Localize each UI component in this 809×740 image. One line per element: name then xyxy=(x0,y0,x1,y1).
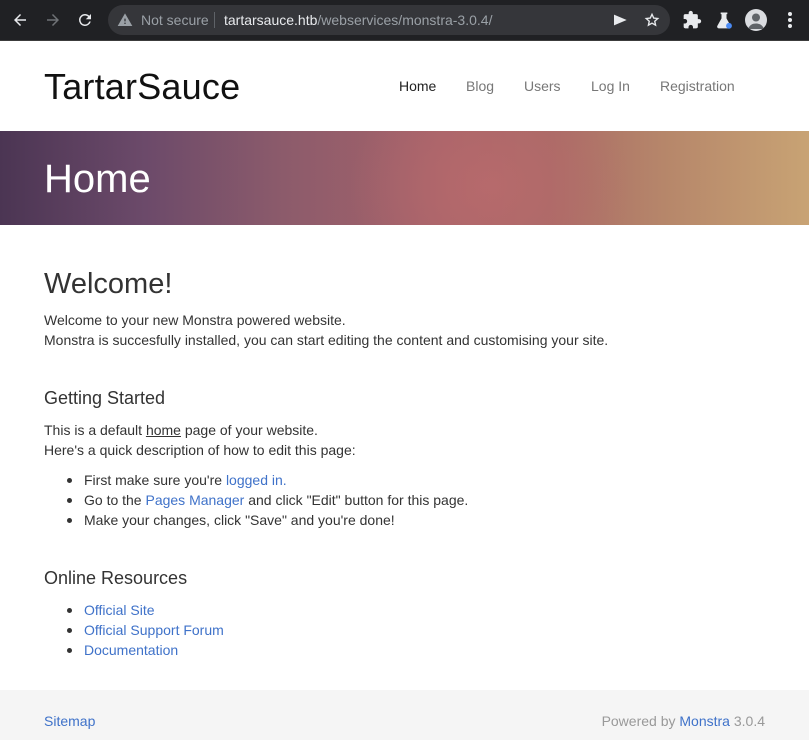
pages-manager-link[interactable]: Pages Manager xyxy=(145,492,244,508)
star-icon[interactable] xyxy=(644,12,660,28)
text-segment: Go to the xyxy=(84,492,146,508)
main-content: Welcome! Welcome to your new Monstra pow… xyxy=(0,225,809,690)
url-path: /webservices/monstra-3.0.4/ xyxy=(317,12,493,28)
nav-users[interactable]: Users xyxy=(524,77,561,95)
text-segment: First make sure you're xyxy=(84,472,226,488)
welcome-heading: Welcome! xyxy=(44,268,173,300)
getting-started-text-1: This is a default home page of your webs… xyxy=(44,420,318,440)
getting-started-heading: Getting Started xyxy=(44,388,166,408)
site-brand[interactable]: TartarSauce xyxy=(44,67,240,107)
text-segment: and click "Edit" button for this page. xyxy=(244,492,469,508)
extensions-icon[interactable] xyxy=(682,10,702,30)
list-item: Documentation xyxy=(67,640,224,660)
profile-icon[interactable] xyxy=(745,9,767,31)
home-link[interactable]: home xyxy=(146,422,181,438)
labs-icon[interactable] xyxy=(714,10,734,30)
url-text[interactable]: tartarsauce.htb/webservices/monstra-3.0.… xyxy=(224,12,492,28)
nav-log-in[interactable]: Log In xyxy=(591,77,630,95)
nav-registration[interactable]: Registration xyxy=(660,77,735,95)
browser-toolbar: Not secure tartarsauce.htb/webservices/m… xyxy=(0,0,809,41)
text-segment: page of your website. xyxy=(180,422,318,438)
list-item: First make sure you're logged in. xyxy=(66,470,468,490)
welcome-text-1: Welcome to your new Monstra powered webs… xyxy=(44,312,346,328)
text-segment: Make your changes, click "Save" and you'… xyxy=(84,512,395,528)
welcome-text-2: Monstra is succesfully installed, you ca… xyxy=(44,332,609,348)
logged-in-link[interactable]: logged in. xyxy=(226,472,287,488)
hero-banner: Home xyxy=(0,131,809,225)
official-site-link[interactable]: Official Site xyxy=(84,602,155,618)
site-footer: Sitemap Powered by Monstra 3.0.4 xyxy=(0,690,809,740)
forward-icon[interactable] xyxy=(41,8,65,32)
nav-blog[interactable]: Blog xyxy=(466,77,494,95)
warning-icon[interactable] xyxy=(117,12,133,28)
sitemap-link[interactable]: Sitemap xyxy=(44,712,95,730)
getting-started-text-2: Here's a quick description of how to edi… xyxy=(44,442,356,458)
back-icon[interactable] xyxy=(8,8,32,32)
support-forum-link[interactable]: Official Support Forum xyxy=(84,622,224,638)
list-item: Go to the Pages Manager and click "Edit"… xyxy=(66,490,469,510)
documentation-link[interactable]: Documentation xyxy=(84,642,178,658)
address-separator xyxy=(214,12,215,28)
text-segment: This is a default xyxy=(44,422,146,438)
list-item: Official Site xyxy=(67,600,224,620)
list-item: Official Support Forum xyxy=(67,620,224,640)
powered-by: Powered by Monstra 3.0.4 xyxy=(602,712,765,730)
address-bar[interactable]: Not secure tartarsauce.htb/webservices/m… xyxy=(108,5,670,35)
monstra-link[interactable]: Monstra xyxy=(679,713,730,729)
list-item: Make your changes, click "Save" and you'… xyxy=(66,510,468,530)
site-header: TartarSauce Home Blog Users Log In Regis… xyxy=(0,41,809,131)
page-title: Home xyxy=(44,157,151,201)
reload-icon[interactable] xyxy=(73,8,97,32)
steps-list: First make sure you're logged in. Go to … xyxy=(66,470,469,530)
send-icon[interactable] xyxy=(612,12,628,28)
resources-list: Official Site Official Support Forum Doc… xyxy=(67,600,224,660)
online-resources-heading: Online Resources xyxy=(44,568,188,588)
url-host: tartarsauce.htb xyxy=(224,12,318,28)
nav-home[interactable]: Home xyxy=(399,77,436,95)
menu-icon[interactable] xyxy=(782,10,798,30)
version-text: 3.0.4 xyxy=(729,713,765,729)
security-label[interactable]: Not secure xyxy=(141,12,209,28)
text-segment: Powered by xyxy=(601,713,680,729)
